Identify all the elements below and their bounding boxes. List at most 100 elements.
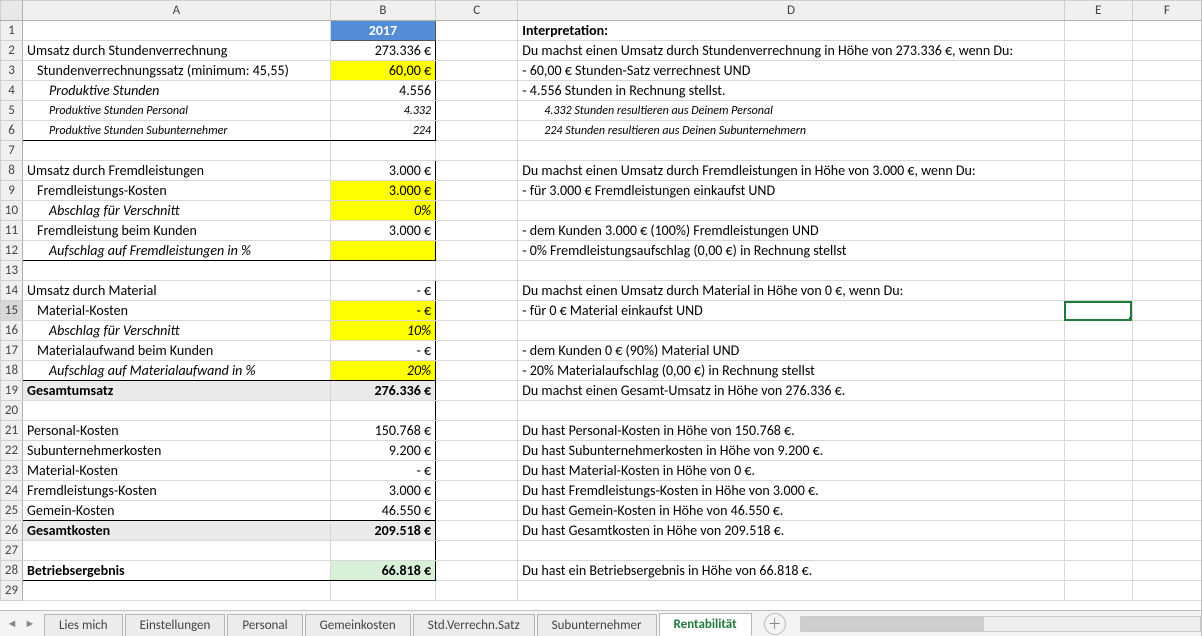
cell[interactable] [1064, 121, 1132, 141]
cell[interactable]: Materialaufwand beim Kunden [23, 341, 331, 361]
cell[interactable] [1064, 501, 1132, 521]
cell[interactable]: Gesamtkosten [23, 521, 331, 541]
cell[interactable] [436, 261, 518, 281]
tab-nav-arrows[interactable]: ◄ ► [4, 616, 38, 632]
col-header-b[interactable]: B [330, 1, 435, 21]
cell[interactable] [1064, 581, 1132, 601]
cell[interactable]: 4.332 [330, 101, 435, 121]
cell[interactable] [1132, 181, 1201, 201]
cell[interactable]: Fremdleistungs-Kosten [23, 181, 331, 201]
sheet-tab-stdverrechnsatz[interactable]: Std.Verrechn.Satz [413, 614, 535, 636]
row-header[interactable]: 9 [1, 181, 23, 201]
col-header-c[interactable]: C [436, 1, 518, 21]
cell[interactable] [518, 541, 1064, 561]
row-header[interactable]: 23 [1, 461, 23, 481]
cell[interactable]: Fremdleistung beim Kunden [23, 221, 331, 241]
cell[interactable] [1132, 261, 1201, 281]
cell[interactable] [1132, 381, 1201, 401]
cell[interactable]: 0% [330, 201, 435, 221]
cell[interactable]: - € [330, 461, 435, 481]
cell[interactable] [436, 421, 518, 441]
cell[interactable] [1132, 81, 1201, 101]
cell[interactable] [436, 181, 518, 201]
cell[interactable] [1064, 461, 1132, 481]
row-header[interactable]: 17 [1, 341, 23, 361]
grid-area[interactable]: A B C D E F 1 2017 Interpretation: 2 Ums… [0, 0, 1201, 610]
cell[interactable]: Du machst einen Umsatz durch Fremdleistu… [518, 161, 1064, 181]
cell[interactable] [1064, 141, 1132, 161]
cell[interactable] [330, 581, 435, 601]
cell[interactable]: 224 Stunden resultieren aus Deinen Subun… [518, 121, 1064, 141]
cell[interactable] [436, 61, 518, 81]
cell[interactable] [1064, 81, 1132, 101]
cell[interactable]: - für 3.000 € Fremdleistungen einkaufst … [518, 181, 1064, 201]
cell[interactable] [1064, 101, 1132, 121]
cell[interactable] [23, 21, 331, 41]
cell[interactable] [1132, 461, 1201, 481]
cell[interactable]: 150.768 € [330, 421, 435, 441]
row-header[interactable]: 19 [1, 381, 23, 401]
cell[interactable] [1064, 41, 1132, 61]
cell[interactable] [436, 101, 518, 121]
cell[interactable] [1132, 541, 1201, 561]
cell[interactable] [1064, 401, 1132, 421]
cell[interactable]: 276.336 € [330, 381, 435, 401]
cell[interactable]: Du hast Personal-Kosten in Höhe von 150.… [518, 421, 1064, 441]
cell[interactable] [436, 441, 518, 461]
cell[interactable] [1064, 181, 1132, 201]
row-header[interactable]: 24 [1, 481, 23, 501]
cell[interactable] [330, 401, 435, 421]
cell[interactable]: 3.000 € [330, 221, 435, 241]
cell[interactable] [436, 141, 518, 161]
cell[interactable] [23, 401, 331, 421]
cell[interactable] [1064, 281, 1132, 301]
sheet-tab-subunternehmer[interactable]: Subunternehmer [537, 614, 657, 636]
cell[interactable] [436, 541, 518, 561]
cell[interactable] [1064, 361, 1132, 381]
cell[interactable]: 46.550 € [330, 501, 435, 521]
cell[interactable] [1132, 581, 1201, 601]
cell[interactable]: Personal-Kosten [23, 421, 331, 441]
cell[interactable] [436, 381, 518, 401]
cell[interactable] [1064, 381, 1132, 401]
cell[interactable]: - dem Kunden 3.000 € (100%) Fremdleistun… [518, 221, 1064, 241]
cell[interactable]: Du machst einen Umsatz durch Material in… [518, 281, 1064, 301]
cell[interactable] [436, 521, 518, 541]
row-header[interactable]: 22 [1, 441, 23, 461]
tab-nav-prev-icon[interactable]: ◄ [4, 616, 20, 632]
cell[interactable]: Du hast Subunternehmerkosten in Höhe von… [518, 441, 1064, 461]
cell[interactable] [1064, 221, 1132, 241]
cell[interactable]: Du machst einen Gesamt-Umsatz in Höhe vo… [518, 381, 1064, 401]
cell[interactable] [1132, 321, 1201, 341]
row-header[interactable]: 20 [1, 401, 23, 421]
cell[interactable]: 3.000 € [330, 181, 435, 201]
row-header[interactable]: 29 [1, 581, 23, 601]
cell[interactable] [330, 261, 435, 281]
cell[interactable] [1132, 281, 1201, 301]
cell-year-header[interactable]: 2017 [330, 21, 435, 41]
cell[interactable]: 3.000 € [330, 161, 435, 181]
cell[interactable]: 224 [330, 121, 435, 141]
cell[interactable] [436, 201, 518, 221]
cell[interactable]: Produktive Stunden Personal [23, 101, 331, 121]
cell[interactable]: Du hast Gesamtkosten in Höhe von 209.518… [518, 521, 1064, 541]
cell[interactable]: - € [330, 281, 435, 301]
cell[interactable] [1064, 541, 1132, 561]
active-cell[interactable] [1064, 301, 1132, 321]
cell[interactable] [436, 161, 518, 181]
row-header[interactable]: 16 [1, 321, 23, 341]
cell[interactable]: Du hast Material-Kosten in Höhe von 0 €. [518, 461, 1064, 481]
cell[interactable] [23, 541, 331, 561]
cell[interactable]: Du machst einen Umsatz durch Stundenverr… [518, 41, 1064, 61]
cell[interactable] [436, 281, 518, 301]
cell[interactable] [1064, 261, 1132, 281]
cell[interactable] [518, 261, 1064, 281]
cell[interactable] [1132, 301, 1201, 321]
cell[interactable] [330, 541, 435, 561]
cell[interactable]: Du hast Gemein-Kosten in Höhe von 46.550… [518, 501, 1064, 521]
cell[interactable] [436, 361, 518, 381]
cell[interactable] [1132, 201, 1201, 221]
row-header[interactable]: 8 [1, 161, 23, 181]
cell[interactable]: Stundenverrechnungssatz (minimum: 45,55) [23, 61, 331, 81]
cell[interactable] [436, 481, 518, 501]
